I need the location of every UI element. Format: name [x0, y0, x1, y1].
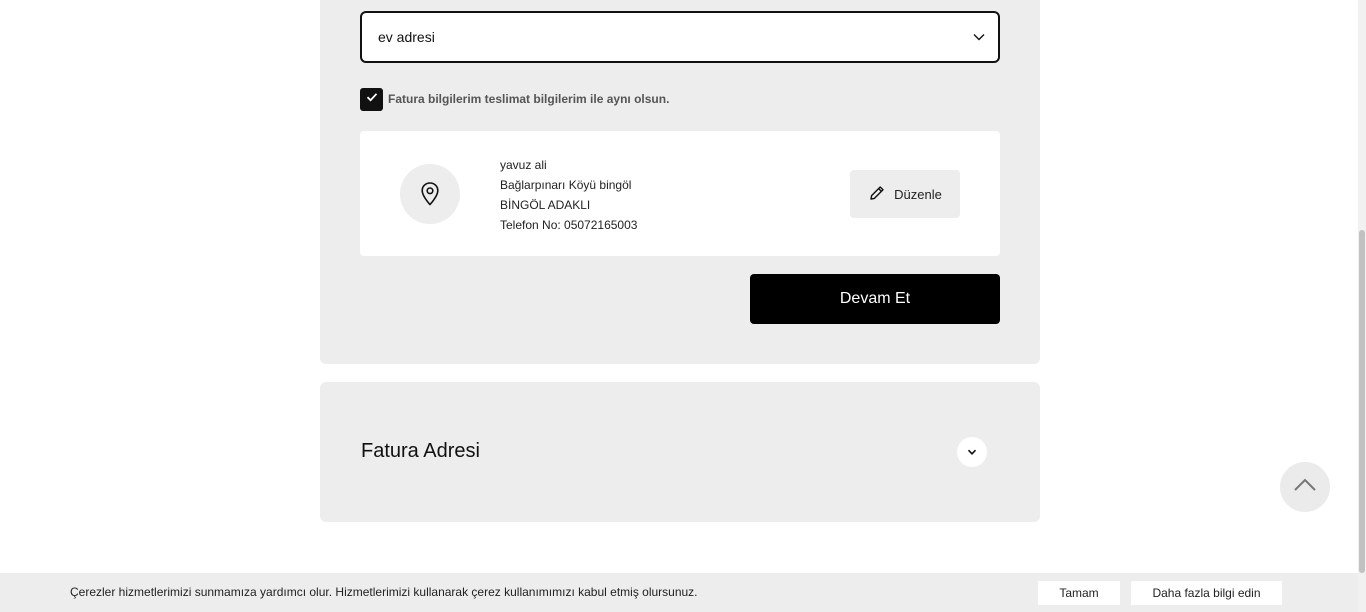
invoice-address-title: Fatura Adresi — [361, 440, 480, 462]
address-city: BİNGÖL ADAKLI — [500, 198, 591, 212]
location-pin-icon — [400, 164, 460, 224]
address-card: yavuz ali Bağlarpınarı Köyü bingöl BİNGÖ… — [360, 131, 1000, 256]
edit-address-button[interactable]: Düzenle — [850, 170, 960, 218]
cookie-message: Çerezler hizmetlerimizi sunmamıza yardım… — [70, 585, 698, 599]
address-street: Bağlarpınarı Köyü bingöl — [500, 178, 632, 192]
cookie-learn-more-button[interactable]: Daha fazla bilgi edin — [1131, 581, 1282, 605]
scrollbar-thumb[interactable] — [1359, 230, 1365, 573]
address-select[interactable]: ev adresi — [360, 11, 1000, 63]
checkmark-icon — [365, 90, 379, 109]
same-billing-label: Fatura bilgilerim teslimat bilgilerim il… — [388, 92, 670, 106]
cookie-accept-button[interactable]: Tamam — [1038, 581, 1120, 605]
pencil-icon — [868, 184, 886, 205]
chevron-up-icon — [1293, 478, 1317, 497]
cookie-banner: Çerezler hizmetlerimizi sunmamıza yardım… — [0, 573, 1358, 612]
same-billing-checkbox[interactable] — [360, 87, 383, 111]
address-phone: Telefon No: 05072165003 — [500, 218, 638, 232]
continue-button[interactable]: Devam Et — [750, 274, 1000, 324]
chevron-down-icon[interactable] — [957, 437, 987, 467]
same-billing-row: Fatura bilgilerim teslimat bilgilerim il… — [360, 87, 669, 111]
page: ev adresi Fatura bilgilerim teslimat bil… — [0, 0, 1366, 612]
edit-address-label: Düzenle — [894, 186, 942, 202]
chevron-down-icon — [972, 30, 986, 44]
address-name: yavuz ali — [500, 158, 547, 172]
scroll-to-top-button[interactable] — [1280, 462, 1330, 512]
address-select-value: ev adresi — [378, 29, 435, 45]
address-details: yavuz ali Bağlarpınarı Köyü bingöl BİNGÖ… — [500, 155, 637, 235]
invoice-address-accordion[interactable]: Fatura Adresi — [320, 382, 1040, 522]
